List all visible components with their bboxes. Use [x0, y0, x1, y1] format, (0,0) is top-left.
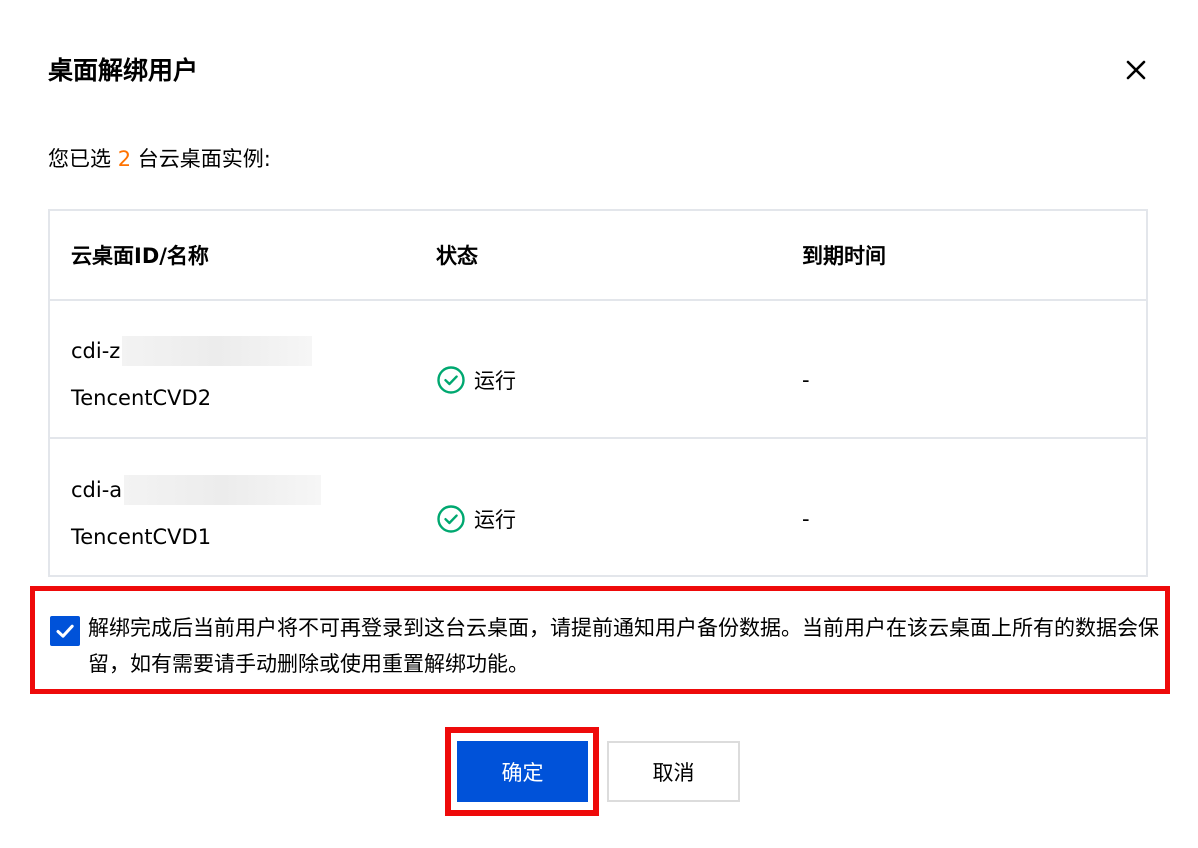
confirm-button[interactable]: 确定 — [457, 741, 588, 802]
dialog-title: 桌面解绑用户 — [48, 56, 199, 85]
status-label: 运行 — [474, 508, 516, 532]
status-label: 运行 — [474, 369, 516, 393]
unbind-user-dialog: 桌面解绑用户 您已选 2 台云桌面实例: 云桌面ID/名称 状态 到期时间 cd… — [0, 0, 1198, 848]
confirm-checkbox[interactable] — [50, 616, 80, 646]
selected-count: 2 — [117, 147, 132, 171]
column-header-expire-time: 到期时间 — [802, 244, 886, 268]
instance-status: 运行 — [436, 502, 516, 536]
instance-id: cdi-a — [71, 473, 322, 507]
expire-time: - — [802, 507, 810, 531]
summary-suffix: 台云桌面实例: — [131, 147, 271, 171]
check-circle-icon — [436, 504, 466, 534]
selection-summary: 您已选 2 台云桌面实例: — [48, 142, 271, 176]
instance-name: TencentCVD1 — [71, 525, 212, 549]
instance-table: 云桌面ID/名称 状态 到期时间 cdi-z TencentCVD2 运行 - — [48, 209, 1148, 577]
instance-status: 运行 — [436, 363, 516, 397]
checkmark-icon — [54, 620, 76, 642]
confirmation-highlight: 解绑完成后当前用户将不可再登录到这台云桌面，请提前通知用户备份数据。当前用户在该… — [30, 586, 1170, 694]
instance-id: cdi-z — [71, 334, 313, 368]
check-circle-icon — [436, 365, 466, 395]
instance-id-text: cdi-z — [71, 339, 121, 363]
column-header-id-name: 云桌面ID/名称 — [71, 244, 209, 268]
confirmation-text[interactable]: 解绑完成后当前用户将不可再登录到这台云桌面，请提前通知用户备份数据。当前用户在该… — [88, 610, 1163, 682]
close-button[interactable] — [1118, 52, 1154, 88]
instance-name: TencentCVD2 — [71, 386, 212, 410]
instance-id-text: cdi-a — [71, 478, 123, 502]
cancel-button[interactable]: 取消 — [607, 741, 740, 802]
redacted-id-mask — [124, 475, 322, 505]
redacted-id-mask — [122, 336, 313, 366]
close-icon — [1125, 59, 1147, 81]
column-header-status: 状态 — [436, 244, 478, 268]
table-row: cdi-z TencentCVD2 运行 - — [50, 301, 1146, 439]
expire-time: - — [802, 368, 810, 392]
table-header: 云桌面ID/名称 状态 到期时间 — [50, 211, 1146, 301]
table-row: cdi-a TencentCVD1 运行 - — [50, 440, 1146, 578]
summary-prefix: 您已选 — [48, 147, 118, 171]
